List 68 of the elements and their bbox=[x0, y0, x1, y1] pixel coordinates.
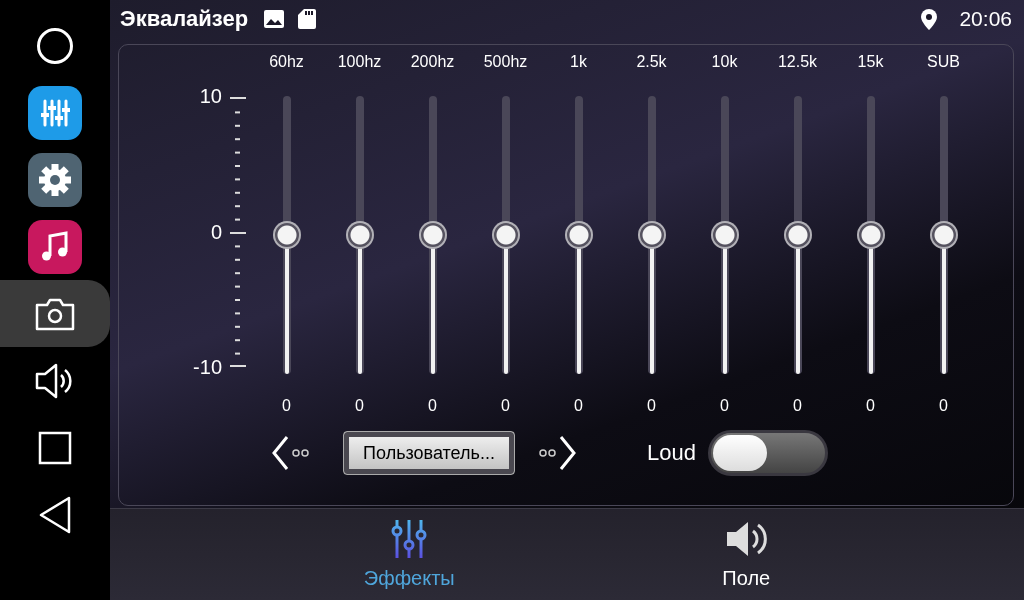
band-label: 2.5k bbox=[636, 53, 667, 72]
sd-card-icon bbox=[298, 9, 317, 29]
band-slider[interactable] bbox=[564, 96, 593, 374]
chevron-left-icon bbox=[271, 435, 311, 471]
slider-thumb[interactable] bbox=[929, 221, 958, 249]
slider-thumb[interactable] bbox=[783, 221, 812, 249]
preset-selector[interactable]: Пользователь... bbox=[343, 431, 515, 475]
band-slider[interactable] bbox=[272, 96, 301, 374]
next-preset-button[interactable] bbox=[537, 435, 577, 471]
preset-name: Пользователь... bbox=[363, 442, 495, 464]
back-icon bbox=[38, 495, 72, 534]
band-slider[interactable] bbox=[856, 96, 885, 374]
equalizer-app-icon bbox=[28, 85, 82, 140]
band-label: 100hz bbox=[337, 53, 382, 72]
slider-thumb[interactable] bbox=[491, 221, 520, 249]
band-value: 0 bbox=[574, 397, 583, 415]
band-value: 0 bbox=[720, 397, 729, 415]
tab[interactable]: Эффекты bbox=[343, 509, 475, 600]
band-label: 200hz bbox=[410, 53, 455, 72]
band-slider[interactable] bbox=[345, 96, 374, 374]
band-label: 10k bbox=[711, 53, 738, 72]
slider-thumb[interactable] bbox=[418, 221, 447, 249]
slider-thumb[interactable] bbox=[637, 221, 666, 249]
band-value: 0 bbox=[428, 397, 437, 415]
band-value: 0 bbox=[501, 397, 510, 415]
image-icon bbox=[264, 10, 285, 28]
camera-icon bbox=[35, 296, 75, 331]
band-slider[interactable] bbox=[637, 96, 666, 374]
tab[interactable]: Поле bbox=[702, 509, 791, 600]
previous-preset-button[interactable] bbox=[271, 435, 311, 471]
loud-toggle[interactable] bbox=[707, 430, 828, 476]
location-pin-icon bbox=[921, 8, 938, 30]
scale-label: -10 bbox=[193, 356, 222, 379]
loud-label: Loud bbox=[647, 440, 696, 466]
slider-thumb[interactable] bbox=[272, 221, 301, 249]
band-value: 0 bbox=[355, 397, 364, 415]
sidebar-item[interactable] bbox=[0, 280, 110, 347]
home-icon bbox=[36, 26, 74, 65]
band-label: 60hz bbox=[269, 53, 304, 72]
band-slider[interactable] bbox=[929, 96, 958, 374]
band-value: 0 bbox=[866, 397, 875, 415]
band-label: 500hz bbox=[483, 53, 528, 72]
sliders-icon bbox=[391, 519, 428, 559]
band-label: 15k bbox=[857, 53, 884, 72]
recents-icon bbox=[38, 430, 72, 465]
band-label: 12.5k bbox=[777, 53, 818, 72]
slider-thumb[interactable] bbox=[564, 221, 593, 249]
scale-label: 0 bbox=[210, 220, 222, 244]
band-value: 0 bbox=[793, 397, 802, 415]
band-slider[interactable] bbox=[491, 96, 520, 374]
music-app-icon bbox=[28, 219, 82, 274]
band-slider[interactable] bbox=[418, 96, 447, 374]
chevron-right-icon bbox=[537, 435, 577, 471]
slider-thumb[interactable] bbox=[345, 221, 374, 249]
band-label: 1k bbox=[570, 53, 587, 72]
settings-app-icon bbox=[28, 152, 82, 207]
scale-label: 10 bbox=[199, 85, 222, 108]
band-value: 0 bbox=[647, 397, 656, 415]
band-value: 0 bbox=[282, 397, 291, 415]
band-value: 0 bbox=[939, 397, 948, 415]
speaker-icon bbox=[725, 519, 768, 559]
screen-title: Эквалайзер bbox=[120, 6, 249, 32]
clock: 20:06 bbox=[959, 7, 1012, 31]
band-slider[interactable] bbox=[783, 96, 812, 374]
slider-thumb[interactable] bbox=[710, 221, 739, 249]
band-label: SUB bbox=[927, 53, 960, 72]
slider-thumb[interactable] bbox=[856, 221, 885, 249]
band-slider[interactable] bbox=[710, 96, 739, 374]
